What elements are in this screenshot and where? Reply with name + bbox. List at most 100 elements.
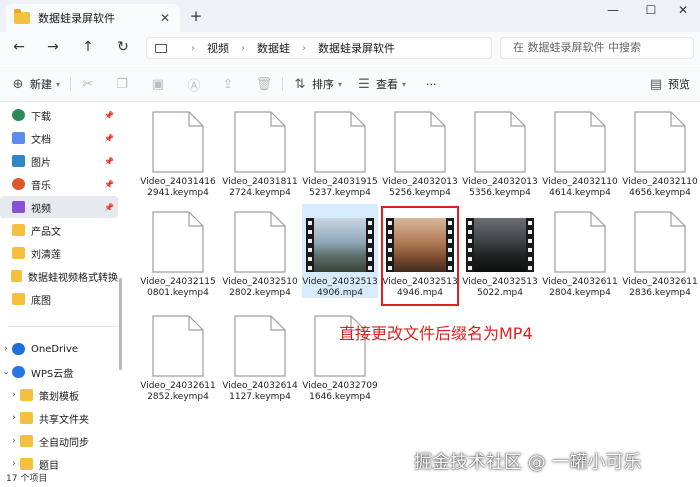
sidebar-item-music[interactable]: 音乐 📌 xyxy=(0,173,118,195)
close-tab-icon[interactable]: ✕ xyxy=(158,11,172,25)
sidebar-item-folder[interactable]: › 共享文件夹 xyxy=(0,407,118,429)
file-item[interactable]: Video_240321104656.keymp4 xyxy=(622,104,698,198)
new-button[interactable]: ⊕ 新建 ▾ xyxy=(10,76,60,92)
scrollbar[interactable] xyxy=(119,278,122,370)
breadcrumb-item[interactable]: 视频 xyxy=(207,40,229,56)
sidebar-item-pictures[interactable]: 图片 📌 xyxy=(0,150,118,172)
view-button[interactable]: ☰ 查看 ▾ xyxy=(356,76,406,92)
minimize-button[interactable]: — xyxy=(600,3,626,19)
file-item[interactable]: Video_240318112724.keymp4 xyxy=(222,104,298,198)
file-icon xyxy=(234,111,286,173)
paste-button[interactable]: ▣ xyxy=(150,76,170,92)
sidebar-item-downloads[interactable]: 下载 📌 xyxy=(0,104,118,126)
tab-active[interactable]: 数据蛙录屏软件 ✕ xyxy=(6,4,180,32)
copy-icon: ❐ xyxy=(116,76,128,92)
video-file[interactable]: Video_240325134906.mp4 xyxy=(302,204,378,298)
more-icon: ··· xyxy=(426,77,437,91)
chevron-right-icon[interactable]: › xyxy=(8,390,20,400)
pin-icon: 📌 xyxy=(104,133,114,143)
cloud-icon xyxy=(12,366,25,378)
address-bar[interactable]: › 视频 › 数据蛙 › 数据蛙录屏软件 xyxy=(146,37,492,59)
file-item[interactable]: Video_240321104614.keymp4 xyxy=(542,104,618,198)
folder-icon xyxy=(20,435,33,447)
video-file[interactable]: Video_240325135022.mp4 xyxy=(462,204,538,298)
up-button[interactable]: ↑ xyxy=(79,38,97,56)
sidebar-item-label: 音乐 xyxy=(31,180,51,192)
file-icon xyxy=(152,315,204,377)
sidebar-item-folder[interactable]: 数据蛙视频格式转换 xyxy=(0,265,118,287)
view-icon: ☰ xyxy=(358,76,370,92)
new-tab-button[interactable]: + xyxy=(188,8,204,24)
file-name: Video_240320135256.keymp4 xyxy=(382,177,458,198)
sidebar-item-label: 视频 xyxy=(31,203,51,215)
pin-icon: 📌 xyxy=(104,156,114,166)
more-button[interactable]: ··· xyxy=(426,76,437,92)
file-item[interactable]: Video_240326112804.keymp4 xyxy=(542,204,618,298)
file-item[interactable]: Video_240314162941.keymp4 xyxy=(140,104,216,198)
sidebar-item-label: 下载 xyxy=(31,111,51,123)
sidebar-item-label: 全自动同步 xyxy=(39,437,89,449)
search-input[interactable]: 在 数据蛙录屏软件 中搜索 xyxy=(500,37,694,59)
copy-button[interactable]: ❐ xyxy=(114,76,134,92)
sidebar-item-videos[interactable]: 视频 📌 xyxy=(0,196,118,218)
pin-icon: 📌 xyxy=(104,110,114,120)
cut-button[interactable]: ✂ xyxy=(80,76,100,92)
cloud-icon xyxy=(12,343,25,355)
rename-button[interactable]: Ⓐ xyxy=(186,76,206,94)
file-name: Video_240325102802.keymp4 xyxy=(222,277,298,298)
file-item[interactable]: Video_240320135256.keymp4 xyxy=(382,104,458,198)
sidebar-item-wps[interactable]: ⌄ WPS云盘 xyxy=(0,361,118,383)
file-name: Video_240319155237.keymp4 xyxy=(302,177,378,198)
file-icon xyxy=(474,111,526,173)
delete-button[interactable]: 🗑 xyxy=(256,76,276,92)
refresh-button[interactable]: ↻ xyxy=(114,38,132,56)
preview-icon: ▤ xyxy=(649,76,663,92)
sidebar-item-onedrive[interactable]: › OneDrive xyxy=(0,338,118,360)
file-item[interactable]: Video_240320135356.keymp4 xyxy=(462,104,538,198)
folder-icon xyxy=(14,9,30,24)
sidebar-item-folder[interactable]: › 全自动同步 xyxy=(0,430,118,452)
share-button[interactable]: ⇪ xyxy=(220,76,240,92)
file-item[interactable]: Video_240325102802.keymp4 xyxy=(222,204,298,298)
maximize-button[interactable]: ☐ xyxy=(638,3,664,19)
breadcrumb-item[interactable]: 数据蛙录屏软件 xyxy=(318,40,395,56)
sidebar-item-folder[interactable]: 刘清莲 xyxy=(0,242,118,264)
sidebar-item-folder[interactable]: 底图 xyxy=(0,288,118,310)
breadcrumb-item[interactable]: 数据蛙 xyxy=(257,40,290,56)
folder-icon xyxy=(12,247,25,259)
chevron-down-icon: ▾ xyxy=(338,79,343,89)
file-name: Video_240321104656.keymp4 xyxy=(622,177,698,198)
sort-button[interactable]: ⇅ 排序 ▾ xyxy=(292,76,342,92)
sidebar-item-folder[interactable]: 产品文 xyxy=(0,219,118,241)
divider xyxy=(70,77,71,91)
trash-icon: 🗑 xyxy=(255,76,273,92)
download-icon xyxy=(12,109,25,121)
file-item[interactable]: Video_240326112852.keymp4 xyxy=(140,308,216,402)
navigation-pane: 下载 📌 文档 📌 图片 📌 音乐 📌 视频 📌 产品文 刘清莲 数据蛙视频格式… xyxy=(0,102,124,472)
preview-button[interactable]: ▤ 预览 xyxy=(648,76,690,92)
sort-icon: ⇅ xyxy=(294,76,306,92)
chevron-down-icon[interactable]: ⌄ xyxy=(0,367,12,377)
pin-icon: 📌 xyxy=(104,202,114,212)
chevron-right-icon[interactable]: › xyxy=(0,344,12,354)
sidebar-item-folder[interactable]: › 策划模板 xyxy=(0,384,118,406)
sidebar-item-label: 底图 xyxy=(31,295,51,307)
folder-icon xyxy=(12,293,25,305)
file-name: Video_240320135356.keymp4 xyxy=(462,177,538,198)
chevron-right-icon[interactable]: › xyxy=(8,459,20,469)
file-item[interactable]: Video_240326112836.keymp4 xyxy=(622,204,698,298)
command-bar: ⊕ 新建 ▾ ✂ ❐ ▣ Ⓐ ⇪ 🗑 ⇅ 排序 ▾ ☰ 查看 ▾ ··· ▤ 预… xyxy=(0,66,700,102)
forward-button[interactable]: → xyxy=(44,38,62,56)
music-icon xyxy=(12,178,25,190)
sidebar-item-label: 共享文件夹 xyxy=(39,414,89,426)
file-item[interactable]: Video_240321150801.keymp4 xyxy=(140,204,216,298)
sidebar-item-documents[interactable]: 文档 📌 xyxy=(0,127,118,149)
chevron-right-icon[interactable]: › xyxy=(8,436,20,446)
file-item[interactable]: Video_240326141127.keymp4 xyxy=(222,308,298,402)
back-button[interactable]: ← xyxy=(10,38,28,56)
chevron-right-icon[interactable]: › xyxy=(8,413,20,423)
close-window-button[interactable]: ✕ xyxy=(670,3,696,19)
file-name: Video_240321150801.keymp4 xyxy=(140,277,216,298)
file-item[interactable]: Video_240319155237.keymp4 xyxy=(302,104,378,198)
chevron-down-icon: ▾ xyxy=(402,79,407,89)
